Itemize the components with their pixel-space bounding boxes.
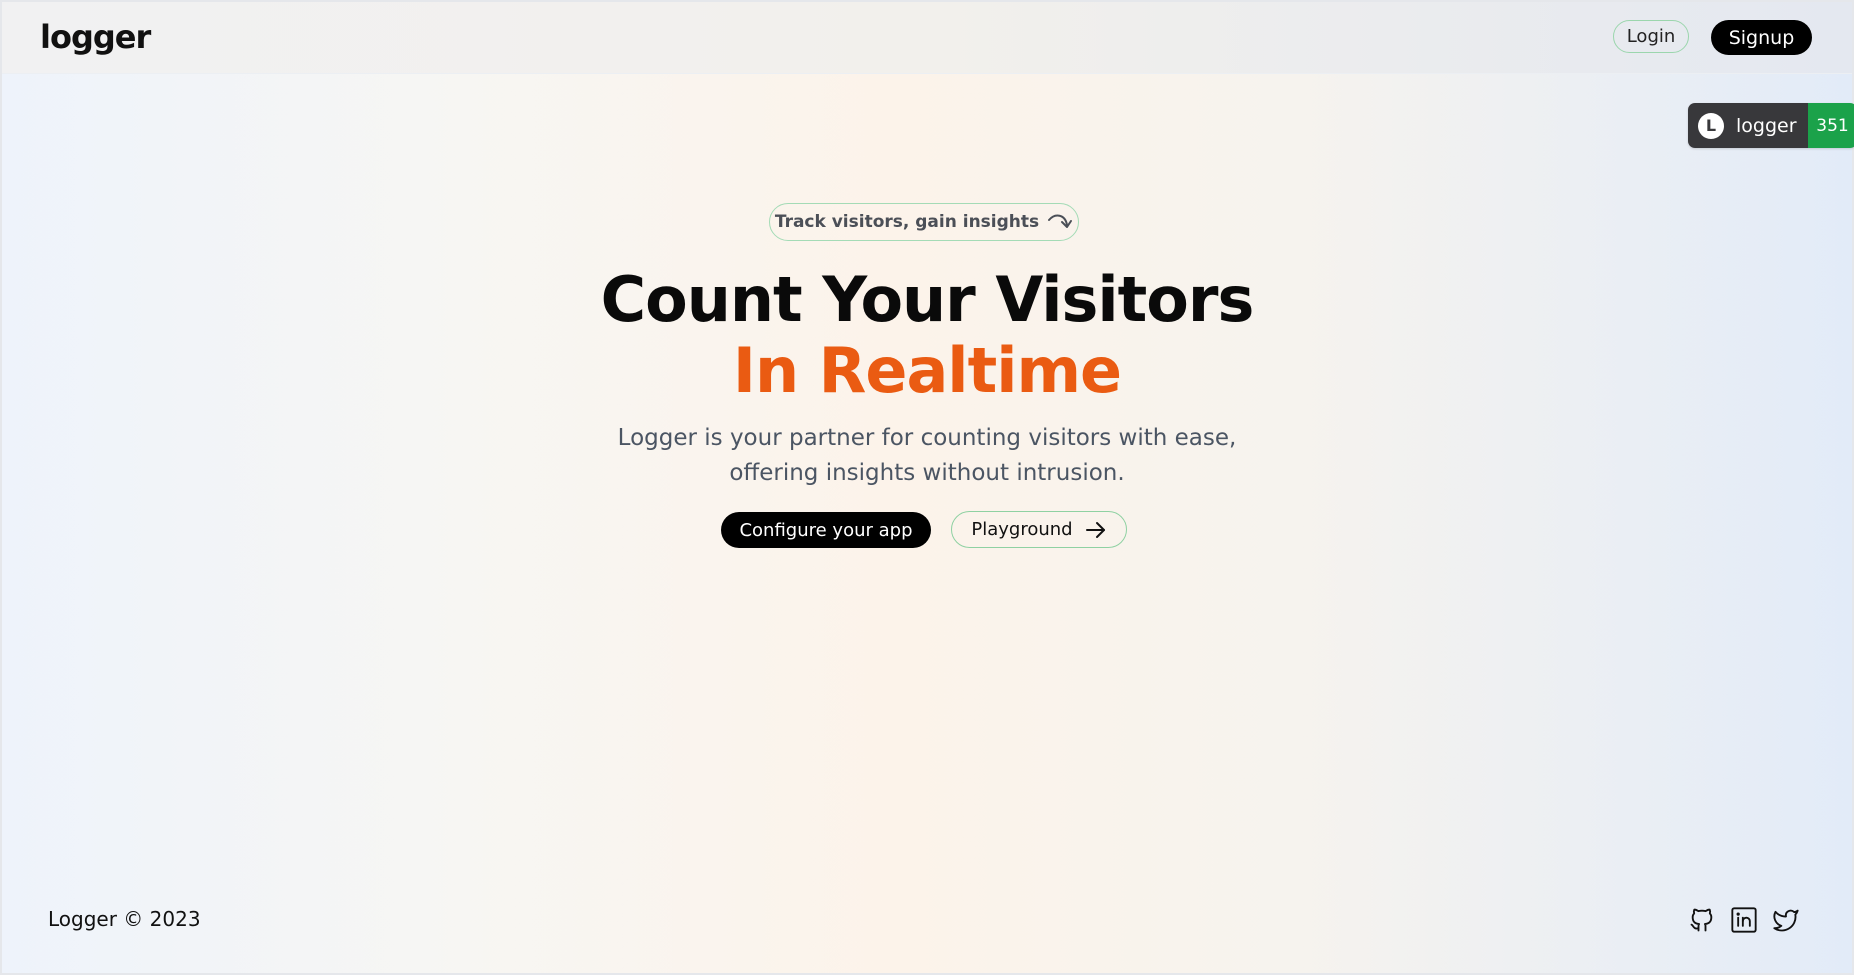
tagline-text: Track visitors, gain insights <box>774 212 1040 232</box>
site-logo[interactable]: logger <box>40 18 151 56</box>
badge-label-section: L logger <box>1688 103 1808 148</box>
playground-button[interactable]: Playground <box>951 511 1127 548</box>
hero-title: Count Your Visitors <box>600 263 1255 336</box>
tagline-pill: Track visitors, gain insights <box>769 203 1079 241</box>
hero-title-accent: In Realtime <box>732 334 1122 407</box>
twitter-icon <box>1773 909 1799 932</box>
linkedin-link[interactable] <box>1730 906 1758 934</box>
badge-label: logger <box>1736 114 1797 137</box>
twitter-link[interactable] <box>1772 906 1800 934</box>
curved-arrow-icon <box>1048 214 1073 228</box>
footer-copyright: Logger © 2023 <box>48 907 201 931</box>
github-link[interactable] <box>1688 906 1716 934</box>
configure-app-button[interactable]: Configure your app <box>721 512 931 548</box>
visitor-counter-badge[interactable]: L logger 351 <box>1688 103 1854 148</box>
linkedin-icon <box>1731 907 1757 933</box>
signup-button[interactable]: Signup <box>1711 20 1812 55</box>
top-navbar: logger Login Signup <box>2 2 1852 74</box>
visitor-count: 351 <box>1808 103 1854 148</box>
hero-description: Logger is your partner for counting visi… <box>617 425 1237 486</box>
login-button[interactable]: Login <box>1613 20 1689 53</box>
arrow-right-icon <box>1085 521 1105 538</box>
github-icon <box>1690 908 1713 932</box>
logger-logo-icon: L <box>1698 112 1724 139</box>
playground-label: Playground <box>971 519 1073 540</box>
